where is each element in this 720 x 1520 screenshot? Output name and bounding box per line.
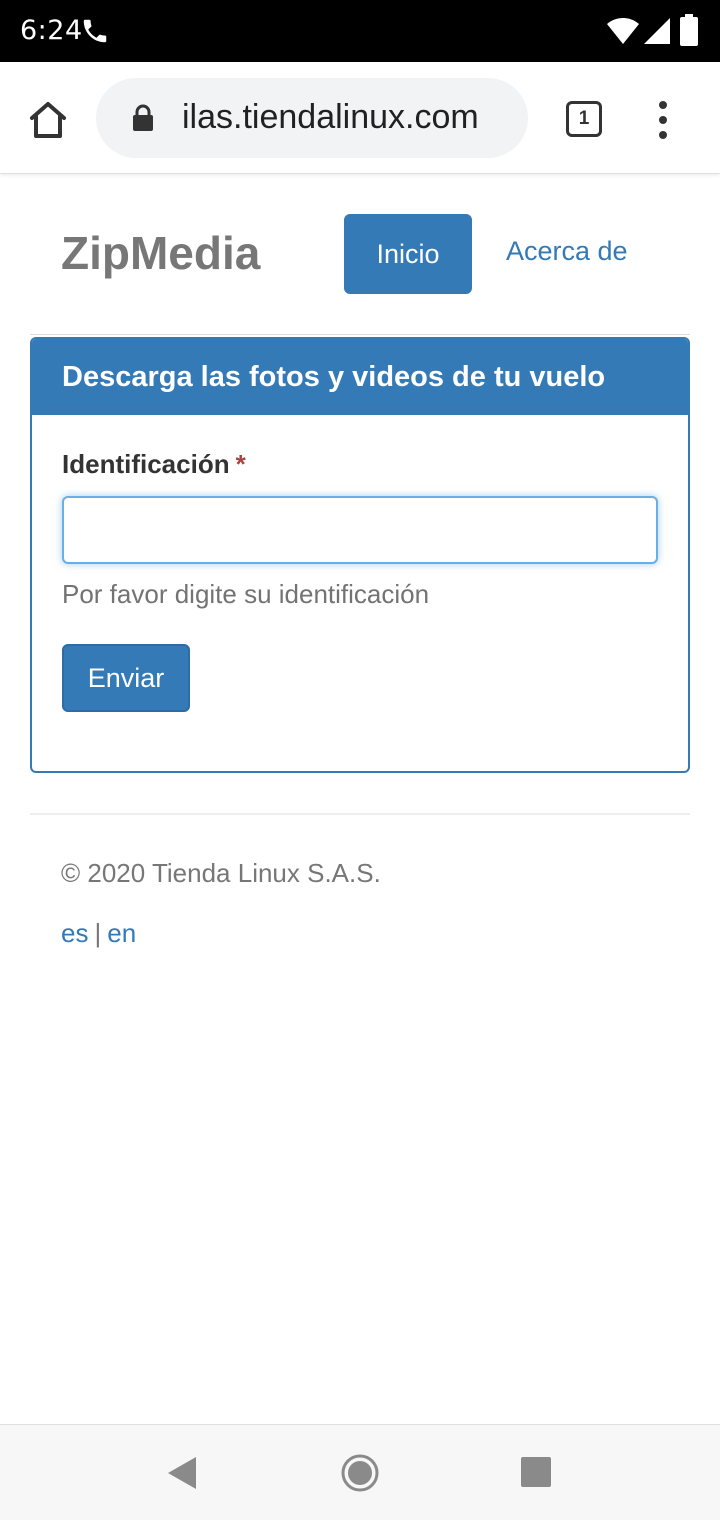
address-bar[interactable]: ilas.tiendalinux.com <box>96 78 528 158</box>
url-text: ilas.tiendalinux.com <box>182 98 479 136</box>
brand-logo[interactable]: ZipMedia <box>61 226 260 280</box>
lang-es-link[interactable]: es <box>61 918 88 948</box>
wifi-icon <box>607 18 639 44</box>
lock-icon <box>133 104 153 131</box>
phone-icon <box>83 19 107 43</box>
copyright: © 2020 Tienda Linux S.A.S. <box>61 858 381 888</box>
status-time: 6:24 <box>20 15 83 46</box>
lang-separator: | <box>94 918 102 948</box>
download-panel: Descarga las fotos y videos de tu vuelo … <box>30 337 690 773</box>
battery-icon <box>680 14 698 46</box>
status-bar: 6:24 <box>0 0 720 62</box>
tabs-icon[interactable]: 1 <box>566 101 602 137</box>
panel-title: Descarga las fotos y videos de tu vuelo <box>32 339 688 415</box>
language-switcher: es | en <box>61 918 136 949</box>
footer-divider <box>30 813 690 815</box>
divider <box>30 334 690 335</box>
nav-home-button[interactable]: Inicio <box>344 214 472 294</box>
recents-icon[interactable] <box>521 1457 551 1487</box>
help-text: Por favor digite su identificación <box>62 579 430 609</box>
lang-en-link[interactable]: en <box>107 918 136 948</box>
identification-label-text: Identificación <box>62 449 230 479</box>
back-icon[interactable] <box>166 1455 198 1491</box>
identification-label: Identificación * <box>62 449 246 480</box>
home-icon[interactable] <box>26 98 70 142</box>
more-vert-icon[interactable] <box>652 98 674 142</box>
browser-toolbar: ilas.tiendalinux.com 1 <box>0 62 720 174</box>
required-mark: * <box>235 449 246 479</box>
identification-input[interactable] <box>62 496 658 564</box>
home-circle-icon[interactable] <box>341 1454 379 1492</box>
signal-icon <box>644 18 670 44</box>
nav-about-link[interactable]: Acerca de <box>506 236 628 267</box>
submit-button[interactable]: Enviar <box>62 644 190 712</box>
system-nav-bar <box>0 1424 720 1520</box>
